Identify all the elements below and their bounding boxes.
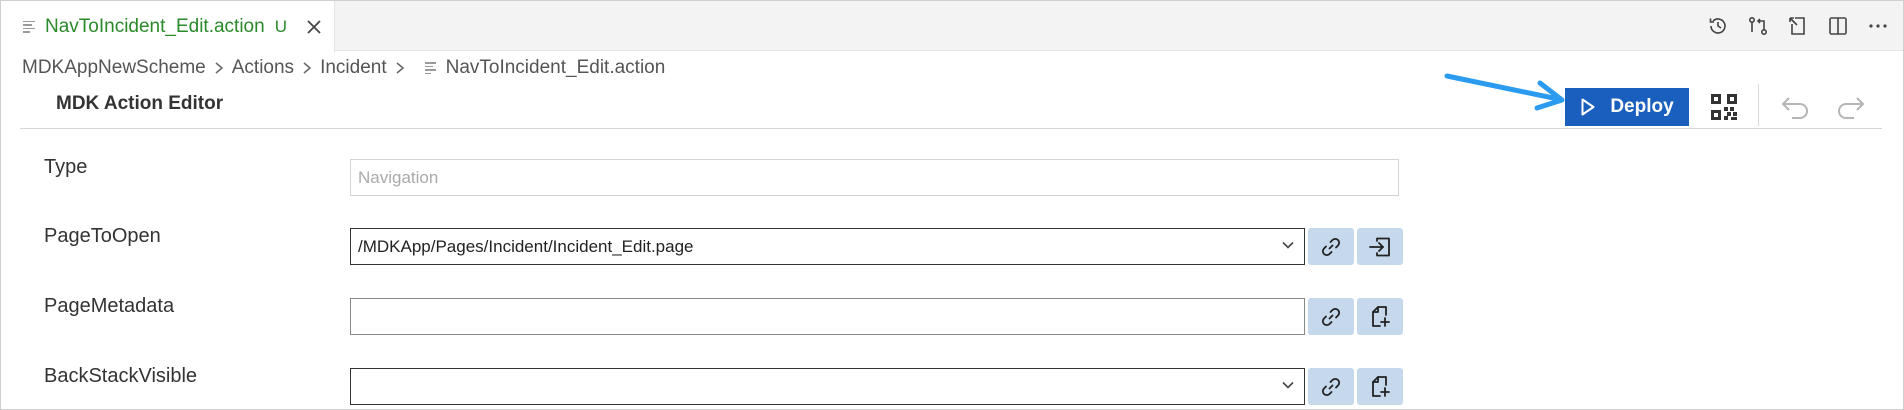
more-actions-icon[interactable] (1865, 13, 1891, 39)
type-placeholder: Navigation (358, 167, 439, 187)
back-stack-visible-select[interactable] (350, 368, 1305, 405)
new-file-button[interactable] (1357, 368, 1403, 405)
qr-code-icon[interactable] (1710, 93, 1738, 121)
sign-in-icon (1369, 237, 1390, 256)
redo-icon[interactable] (1836, 94, 1866, 120)
bind-link-button[interactable] (1308, 368, 1354, 405)
page-to-open-value: /MDKApp/Pages/Incident/Incident_Edit.pag… (358, 236, 694, 256)
open-file-icon[interactable] (1785, 13, 1811, 39)
breadcrumb-item[interactable]: Actions (232, 57, 294, 79)
header-divider (20, 128, 1882, 129)
breadcrumb-item[interactable]: Incident (320, 57, 387, 79)
page-to-open-select[interactable]: /MDKApp/Pages/Incident/Incident_Edit.pag… (350, 228, 1305, 265)
close-icon[interactable] (303, 16, 325, 38)
breadcrumb-item[interactable]: MDKAppNewScheme (22, 57, 206, 79)
new-file-icon (1372, 375, 1390, 397)
editor-title: MDK Action Editor (56, 93, 224, 114)
undo-icon[interactable] (1780, 94, 1810, 120)
compare-changes-icon[interactable] (1745, 13, 1771, 39)
tab-bar: NavToIncident_Edit.action U (1, 1, 1903, 52)
toolbar-divider (1758, 84, 1759, 126)
tab-title: NavToIncident_Edit.action (45, 15, 265, 37)
type-label: Type (44, 156, 88, 178)
history-icon[interactable] (1705, 13, 1731, 39)
breadcrumb-file[interactable]: NavToIncident_Edit.action (446, 57, 666, 79)
play-icon (1581, 98, 1595, 116)
editor-tab[interactable]: NavToIncident_Edit.action U (1, 1, 335, 52)
link-icon (1321, 377, 1341, 396)
bind-link-button[interactable] (1308, 298, 1354, 335)
chevron-right-icon (302, 61, 312, 75)
open-page-button[interactable] (1357, 228, 1403, 265)
back-stack-visible-label: BackStackVisible (44, 365, 198, 387)
annotation-arrow (1444, 73, 1565, 111)
link-icon (1321, 237, 1341, 256)
new-file-button[interactable] (1357, 298, 1403, 335)
deploy-button[interactable]: Deploy (1565, 88, 1689, 126)
breadcrumb: MDKAppNewScheme Actions Incident NavToIn… (22, 57, 665, 79)
page-metadata-label: PageMetadata (44, 295, 175, 317)
tab-status-badge: U (274, 16, 287, 36)
page-to-open-label: PageToOpen (44, 225, 161, 247)
split-editor-icon[interactable] (1825, 13, 1851, 39)
deploy-label: Deploy (1610, 96, 1674, 117)
page-metadata-input[interactable] (350, 298, 1305, 335)
file-lines-icon (424, 61, 436, 75)
bind-link-button[interactable] (1308, 228, 1354, 265)
type-input: Navigation (350, 159, 1399, 196)
new-file-icon (1372, 305, 1390, 327)
file-lines-icon (23, 20, 35, 34)
chevron-right-icon (395, 61, 405, 75)
link-icon (1321, 307, 1341, 326)
chevron-down-icon (1282, 381, 1294, 389)
chevron-down-icon (1282, 241, 1294, 249)
chevron-right-icon (214, 61, 224, 75)
